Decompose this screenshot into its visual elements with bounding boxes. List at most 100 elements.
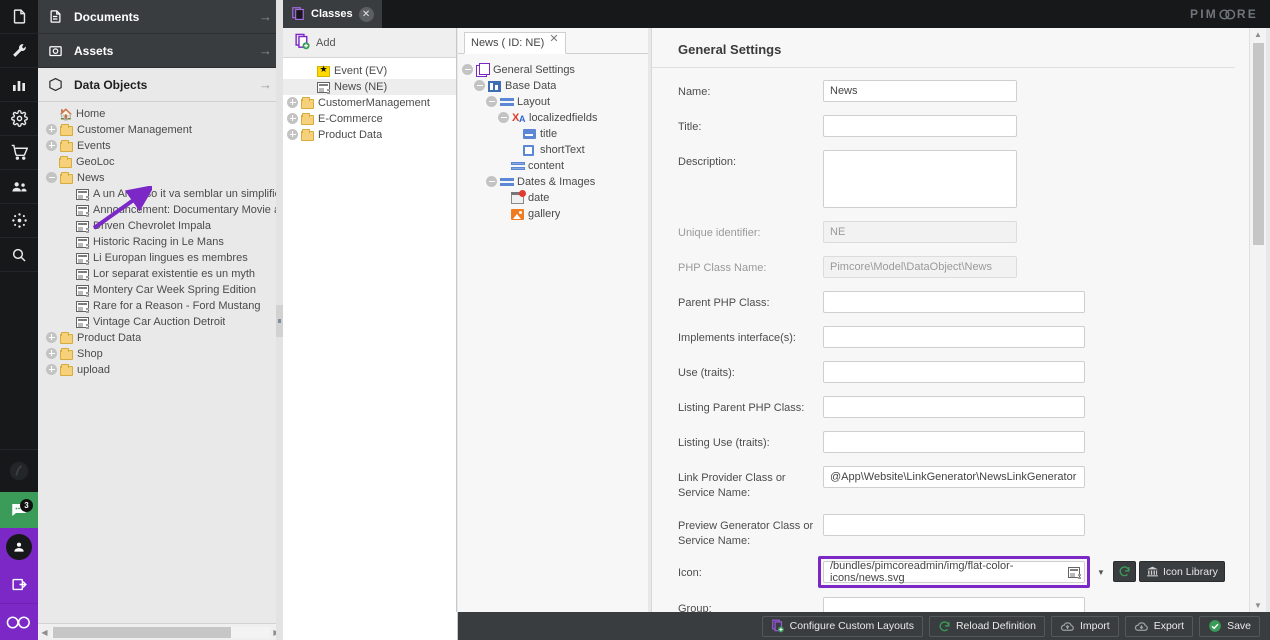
shopping-cart-icon[interactable]: [0, 136, 38, 170]
class-tree-node[interactable]: E-Commerce: [283, 111, 456, 127]
scroll-thumb[interactable]: [1253, 43, 1264, 245]
text-field[interactable]: [823, 115, 1017, 137]
scroll-thumb[interactable]: [53, 627, 231, 638]
icon-path-input[interactable]: /bundles/pimcoreadmin/img/flat-color-ico…: [823, 561, 1085, 583]
text-field[interactable]: [823, 396, 1085, 418]
tree-toggle[interactable]: [486, 96, 499, 109]
wrench-icon[interactable]: [0, 34, 38, 68]
text-field[interactable]: NE: [823, 221, 1017, 243]
description-textarea[interactable]: [823, 150, 1017, 208]
scroll-up-icon[interactable]: ▲: [1250, 28, 1266, 41]
class-tree-node[interactable]: News (NE): [283, 79, 456, 95]
tree-node[interactable]: Product Data: [38, 330, 282, 346]
tree-node[interactable]: Announcement: Documentary Movie abou: [38, 202, 282, 218]
toolbar-button-configure-custom-layouts[interactable]: Configure Custom Layouts: [762, 616, 923, 637]
close-icon[interactable]: ✕: [549, 34, 558, 45]
scroll-track[interactable]: [51, 627, 270, 638]
text-field[interactable]: [823, 361, 1085, 383]
tree-toggle[interactable]: [46, 332, 59, 345]
toolbar-button-import[interactable]: Import: [1051, 616, 1119, 637]
tree-toggle[interactable]: [46, 364, 59, 377]
form-vertical-scrollbar[interactable]: ▲ ▼: [1249, 28, 1266, 612]
logout-button[interactable]: [0, 566, 38, 604]
tab-news-class[interactable]: News ( ID: NE) ✕: [464, 32, 566, 54]
class-tree-node[interactable]: Event (EV): [283, 63, 456, 79]
tree-node[interactable]: GeoLoc: [38, 154, 282, 170]
tree-node[interactable]: News: [38, 170, 282, 186]
tree-node[interactable]: Montery Car Week Spring Edition: [38, 282, 282, 298]
toolbar-button-reload-definition[interactable]: Reload Definition: [929, 616, 1045, 637]
news-icon: [317, 82, 330, 93]
document-icon[interactable]: [0, 0, 38, 34]
tree-toggle[interactable]: [46, 172, 59, 185]
tree-toggle[interactable]: [287, 129, 300, 142]
sidebar-item-assets[interactable]: Assets →: [38, 34, 282, 68]
structure-tree-node[interactable]: Dates & Images: [458, 174, 648, 190]
tree-toggle[interactable]: [474, 80, 487, 93]
structure-tree-node[interactable]: date: [458, 190, 648, 206]
users-icon[interactable]: [0, 170, 38, 204]
tree-toggle[interactable]: [462, 64, 475, 77]
chevron-down-icon[interactable]: ▼: [1091, 561, 1111, 583]
search-icon[interactable]: [0, 238, 38, 272]
structure-tree-node[interactable]: title: [458, 126, 648, 142]
tree-node[interactable]: Historic Racing in Le Mans: [38, 234, 282, 250]
tree-node[interactable]: 🏠Home: [38, 106, 282, 122]
tree-toggle[interactable]: [46, 124, 59, 137]
network-icon[interactable]: [0, 204, 38, 238]
toolbar-button-export[interactable]: Export: [1125, 616, 1193, 637]
tree-node[interactable]: Events: [38, 138, 282, 154]
tree-node[interactable]: Rare for a Reason - Ford Mustang: [38, 298, 282, 314]
text-field[interactable]: @App\Website\LinkGenerator\NewsLinkGener…: [823, 466, 1085, 488]
structure-tree-node[interactable]: content: [458, 158, 648, 174]
tree-node[interactable]: Customer Management: [38, 122, 282, 138]
tree-node[interactable]: Lor separat existentie es un myth: [38, 266, 282, 282]
panel-splitter[interactable]: [276, 0, 283, 640]
tree-node[interactable]: Li Europan lingues es membres: [38, 250, 282, 266]
text-field[interactable]: [823, 326, 1085, 348]
tree-toggle[interactable]: [498, 112, 511, 125]
scroll-down-icon[interactable]: ▼: [1250, 599, 1266, 612]
tree-node[interactable]: Driven Chevrolet Impala: [38, 218, 282, 234]
sidebar-item-data-objects[interactable]: Data Objects →: [38, 68, 282, 102]
gear-icon[interactable]: [0, 102, 38, 136]
tree-toggle[interactable]: [46, 140, 59, 153]
tree-node[interactable]: Shop: [38, 346, 282, 362]
structure-tree-node[interactable]: General Settings: [458, 62, 648, 78]
add-class-button[interactable]: Add: [290, 30, 344, 56]
structure-tree-node[interactable]: localizedfields: [458, 110, 648, 126]
tree-toggle[interactable]: [287, 97, 300, 110]
tree-node[interactable]: upload: [38, 362, 282, 378]
icon-library-button[interactable]: Icon Library: [1139, 561, 1225, 582]
field-label: Listing Use (traits):: [678, 431, 823, 451]
close-icon[interactable]: ✕: [359, 7, 374, 22]
text-field[interactable]: [823, 597, 1085, 612]
text-field[interactable]: [823, 431, 1085, 453]
structure-tree-node[interactable]: Layout: [458, 94, 648, 110]
sidebar-item-documents[interactable]: Documents →: [38, 0, 282, 34]
tree-horizontal-scrollbar[interactable]: ◀ ▶: [38, 623, 283, 640]
splitter-grip[interactable]: [276, 305, 283, 337]
bar-chart-icon[interactable]: [0, 68, 38, 102]
reload-icon-button[interactable]: [1113, 561, 1136, 582]
toolbar-button-save[interactable]: Save: [1199, 616, 1260, 637]
user-avatar-button[interactable]: [0, 528, 38, 566]
text-field[interactable]: [823, 514, 1085, 536]
tree-node[interactable]: Vintage Car Auction Detroit: [38, 314, 282, 330]
text-field[interactable]: Pimcore\Model\DataObject\News: [823, 256, 1017, 278]
structure-tree-node[interactable]: Base Data: [458, 78, 648, 94]
structure-tree-node[interactable]: shortText: [458, 142, 648, 158]
tree-toggle[interactable]: [486, 176, 499, 189]
tree-toggle[interactable]: [287, 113, 300, 126]
text-field[interactable]: [823, 291, 1085, 313]
text-field[interactable]: News: [823, 80, 1017, 102]
class-tree-node[interactable]: Product Data: [283, 127, 456, 143]
field-label: PHP Class Name:: [678, 256, 823, 276]
tab-classes[interactable]: Classes ✕: [283, 0, 382, 28]
chat-button[interactable]: 3: [0, 492, 38, 528]
scroll-left-icon[interactable]: ◀: [38, 628, 51, 637]
tree-toggle[interactable]: [46, 348, 59, 361]
class-tree-node[interactable]: CustomerManagement: [283, 95, 456, 111]
tree-node[interactable]: A un Angleso it va semblar un simplifica…: [38, 186, 282, 202]
structure-tree-node[interactable]: gallery: [458, 206, 648, 222]
